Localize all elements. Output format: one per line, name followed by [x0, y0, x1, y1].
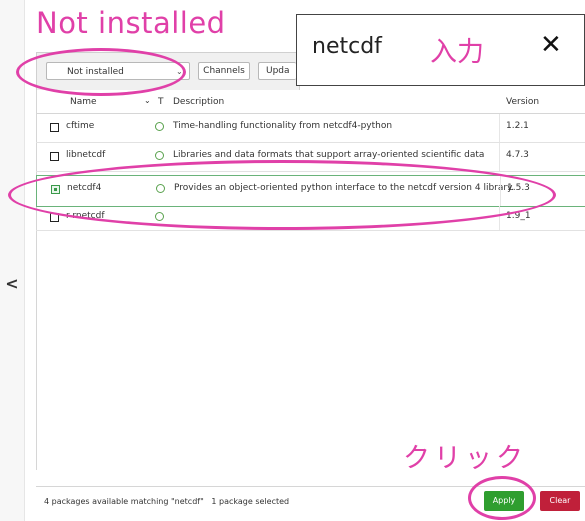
column-divider — [499, 143, 500, 171]
status-text: 4 packages available matching "netcdf" 1… — [44, 497, 290, 506]
row-checkbox[interactable] — [50, 213, 59, 222]
column-name[interactable]: Name — [70, 97, 97, 107]
column-divider — [500, 176, 501, 206]
table-row[interactable]: libnetcdf Libraries and data formats tha… — [36, 143, 585, 172]
update-index-button[interactable]: Upda — [258, 62, 296, 80]
table-row[interactable]: cftime Time-handling functionality from … — [36, 114, 585, 143]
sort-chevron-icon[interactable]: ⌄ — [144, 96, 151, 105]
annotation-click: クリック — [403, 443, 527, 474]
column-type[interactable]: T — [158, 97, 164, 107]
package-description: Provides an object-oriented python inter… — [174, 183, 514, 193]
package-name: cftime — [66, 121, 95, 131]
status-ring-icon — [155, 212, 164, 221]
annotation-input: 入力 — [430, 37, 484, 68]
row-checkbox[interactable] — [50, 123, 59, 132]
table-header: Name ⌄ T Description Version — [36, 91, 585, 114]
package-version: 1.5.3 — [507, 183, 530, 193]
package-version: 1.9_1 — [506, 211, 531, 221]
column-version[interactable]: Version — [506, 97, 539, 107]
apply-button[interactable]: Apply — [484, 491, 524, 511]
clear-button[interactable]: Clear — [540, 491, 580, 511]
search-input[interactable]: netcdf — [312, 34, 382, 59]
package-description: Libraries and data formats that support … — [173, 150, 485, 160]
status-ring-icon — [155, 151, 164, 160]
filter-select-value: Not installed — [67, 67, 124, 77]
column-description[interactable]: Description — [173, 97, 224, 107]
package-description: Time-handling functionality from netcdf4… — [173, 121, 393, 131]
package-name: libnetcdf — [66, 150, 106, 160]
table-row[interactable]: r-rnetcdf 1.9_1 — [36, 206, 585, 231]
package-name: r-rnetcdf — [66, 211, 105, 221]
channels-button[interactable]: Channels — [198, 62, 250, 80]
table-row-selected[interactable]: netcdf4 Provides an object-oriented pyth… — [36, 175, 585, 207]
row-checkbox-install[interactable] — [51, 185, 60, 194]
status-ring-icon — [156, 184, 165, 193]
chevron-down-icon: ⌄ — [176, 67, 183, 76]
status-ring-icon — [155, 122, 164, 131]
clear-search-icon[interactable]: ✕ — [540, 30, 562, 60]
annotation-not-installed: Not installed — [36, 6, 226, 40]
filter-select[interactable]: Not installed ⌄ — [46, 62, 190, 80]
column-divider — [499, 206, 500, 230]
package-version: 1.2.1 — [506, 121, 529, 131]
collapse-sidebar-icon[interactable]: < — [4, 276, 20, 292]
column-divider — [499, 114, 500, 142]
left-sidebar — [0, 0, 25, 521]
package-name: netcdf4 — [67, 183, 102, 193]
package-version: 4.7.3 — [506, 150, 529, 160]
row-checkbox[interactable] — [50, 152, 59, 161]
